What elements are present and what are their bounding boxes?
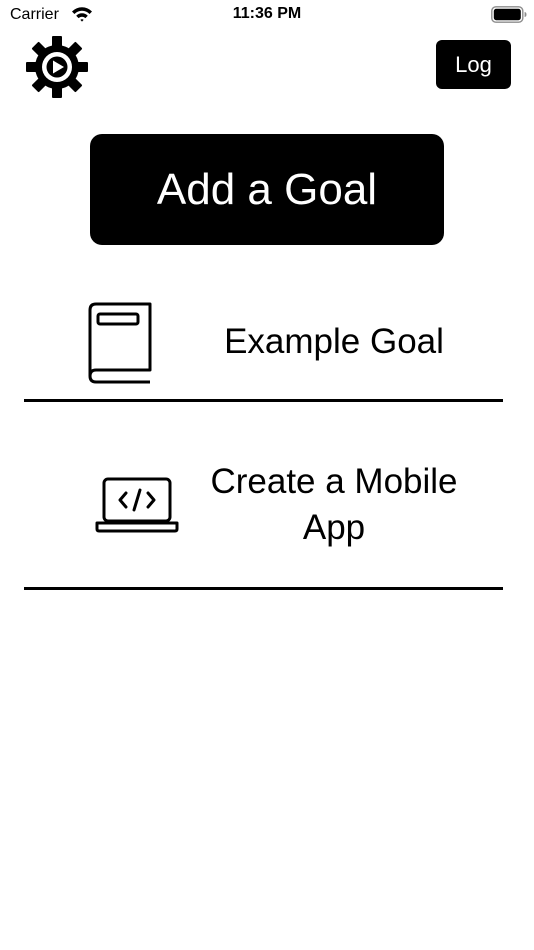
goal-row[interactable]: Example Goal: [24, 282, 503, 402]
goal-title: Create a Mobile App: [210, 462, 458, 547]
laptop-code-icon: [95, 477, 179, 533]
divider: [24, 399, 503, 402]
goal-title: Example Goal: [224, 322, 444, 361]
goal-row[interactable]: Create a Mobile App: [24, 448, 503, 590]
log-button[interactable]: Log: [436, 40, 511, 89]
status-bar: Carrier 11:36 PM: [0, 0, 534, 30]
add-goal-button[interactable]: Add a Goal: [90, 134, 444, 245]
divider: [24, 587, 503, 590]
battery-icon: [491, 6, 527, 23]
gear-icon: [26, 36, 88, 98]
status-time: 11:36 PM: [232, 5, 302, 22]
book-icon: [88, 302, 152, 384]
settings-button[interactable]: [24, 34, 90, 100]
